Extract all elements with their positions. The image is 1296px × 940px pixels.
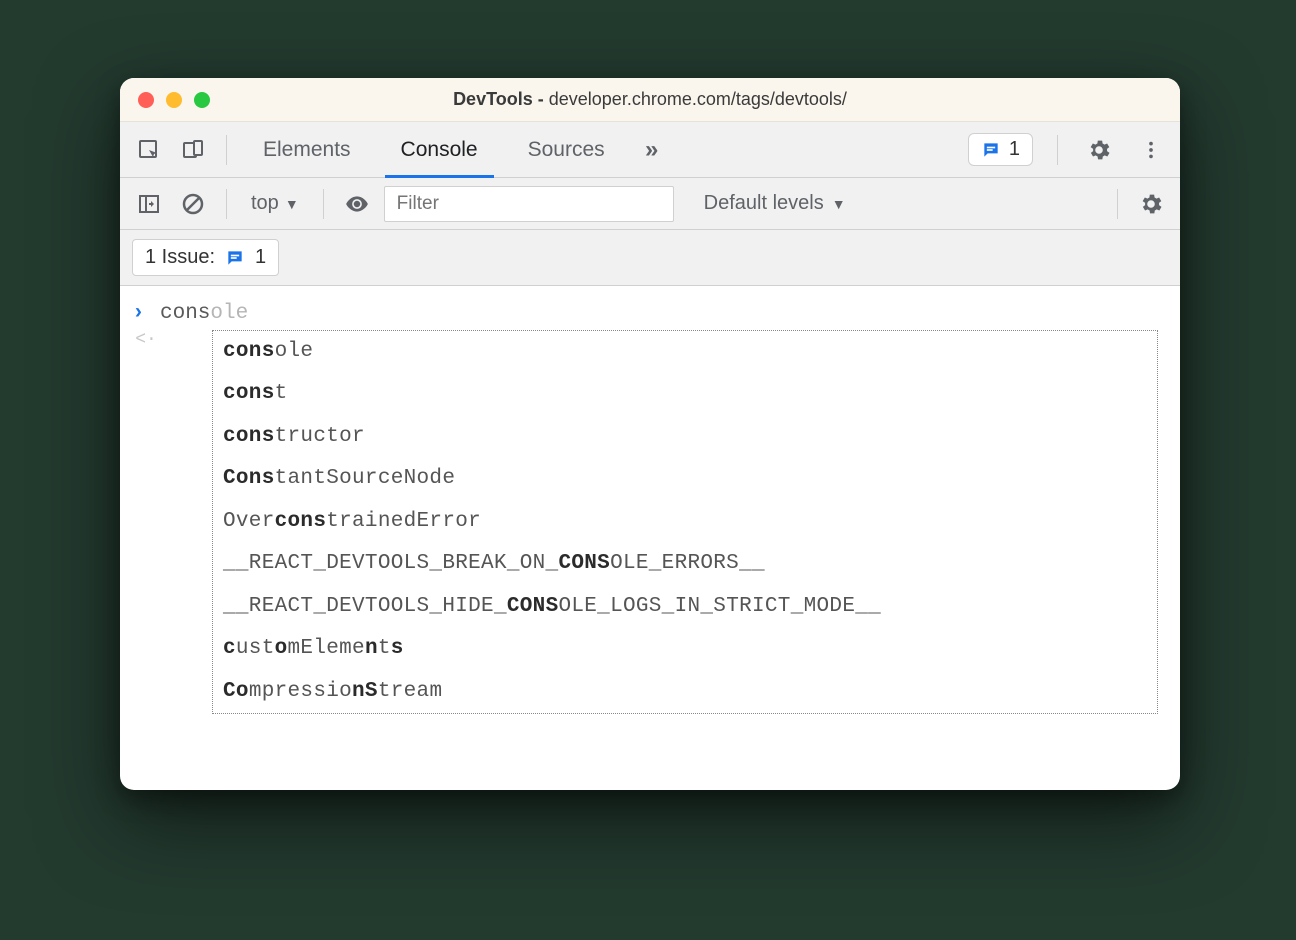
autocomplete-item[interactable]: const <box>213 373 1157 415</box>
clear-console-icon[interactable] <box>176 187 210 221</box>
issues-count: 1 <box>1009 138 1020 161</box>
minimize-icon[interactable] <box>166 92 182 108</box>
console-ghost-text: ole <box>210 302 248 325</box>
traffic-lights <box>138 92 210 108</box>
issue-pill[interactable]: 1 Issue: 1 <box>132 239 279 276</box>
prompt-icon: › <box>132 302 160 325</box>
separator <box>226 189 227 219</box>
autocomplete-popup: consoleconstconstructorConstantSourceNod… <box>212 330 1158 714</box>
filter-input[interactable] <box>384 186 674 222</box>
autocomplete-item[interactable]: __REACT_DEVTOOLS_HIDE_CONSOLE_LOGS_IN_ST… <box>213 586 1157 628</box>
inspect-icon[interactable] <box>132 133 166 167</box>
log-levels-selector[interactable]: Default levels ▼ <box>704 192 846 215</box>
console-filterbar: top ▼ Default levels ▼ <box>120 178 1180 230</box>
context-selector[interactable]: top ▼ <box>243 192 307 215</box>
tabbar: Elements Console Sources » 1 <box>120 122 1180 178</box>
tab-console[interactable]: Console <box>381 122 498 178</box>
toggle-device-icon[interactable] <box>176 133 210 167</box>
issues-badge[interactable]: 1 <box>968 133 1033 166</box>
kebab-menu-icon[interactable] <box>1134 133 1168 167</box>
autocomplete-item[interactable]: OverconstrainedError <box>213 501 1157 543</box>
separator <box>323 189 324 219</box>
tab-elements[interactable]: Elements <box>243 122 371 178</box>
console-output-placeholder: <· consoleconstconstructorConstantSource… <box>120 330 1180 714</box>
separator <box>1117 189 1118 219</box>
autocomplete-item[interactable]: CompressionStream <box>213 671 1157 713</box>
autocomplete-item[interactable]: __REACT_DEVTOOLS_BREAK_ON_CONSOLE_ERRORS… <box>213 543 1157 585</box>
chat-icon <box>225 248 245 268</box>
window-title: DevTools - developer.chrome.com/tags/dev… <box>120 89 1180 110</box>
output-caret-icon: <· <box>132 330 160 350</box>
console-input-text: cons <box>160 302 210 325</box>
issues-bar: 1 Issue: 1 <box>120 230 1180 286</box>
separator <box>226 135 227 165</box>
devtools-window: DevTools - developer.chrome.com/tags/dev… <box>120 78 1180 790</box>
console-body: › console <· consoleconstconstructorCons… <box>120 286 1180 790</box>
live-expression-icon[interactable] <box>340 187 374 221</box>
autocomplete-item[interactable]: ConstantSourceNode <box>213 458 1157 500</box>
zoom-icon[interactable] <box>194 92 210 108</box>
show-console-sidebar-icon[interactable] <box>132 187 166 221</box>
chevron-down-icon: ▼ <box>285 196 299 212</box>
separator <box>1057 135 1058 165</box>
titlebar: DevTools - developer.chrome.com/tags/dev… <box>120 78 1180 122</box>
more-tabs-icon[interactable]: » <box>635 133 669 167</box>
chevron-down-icon: ▼ <box>832 196 846 212</box>
autocomplete-item[interactable]: constructor <box>213 416 1157 458</box>
console-settings-icon[interactable] <box>1134 187 1168 221</box>
tab-sources[interactable]: Sources <box>508 122 625 178</box>
autocomplete-item[interactable]: console <box>213 331 1157 373</box>
close-icon[interactable] <box>138 92 154 108</box>
settings-icon[interactable] <box>1082 133 1116 167</box>
chat-icon <box>981 140 1001 160</box>
console-input-line[interactable]: › console <box>120 296 1180 330</box>
autocomplete-item[interactable]: customElements <box>213 628 1157 670</box>
